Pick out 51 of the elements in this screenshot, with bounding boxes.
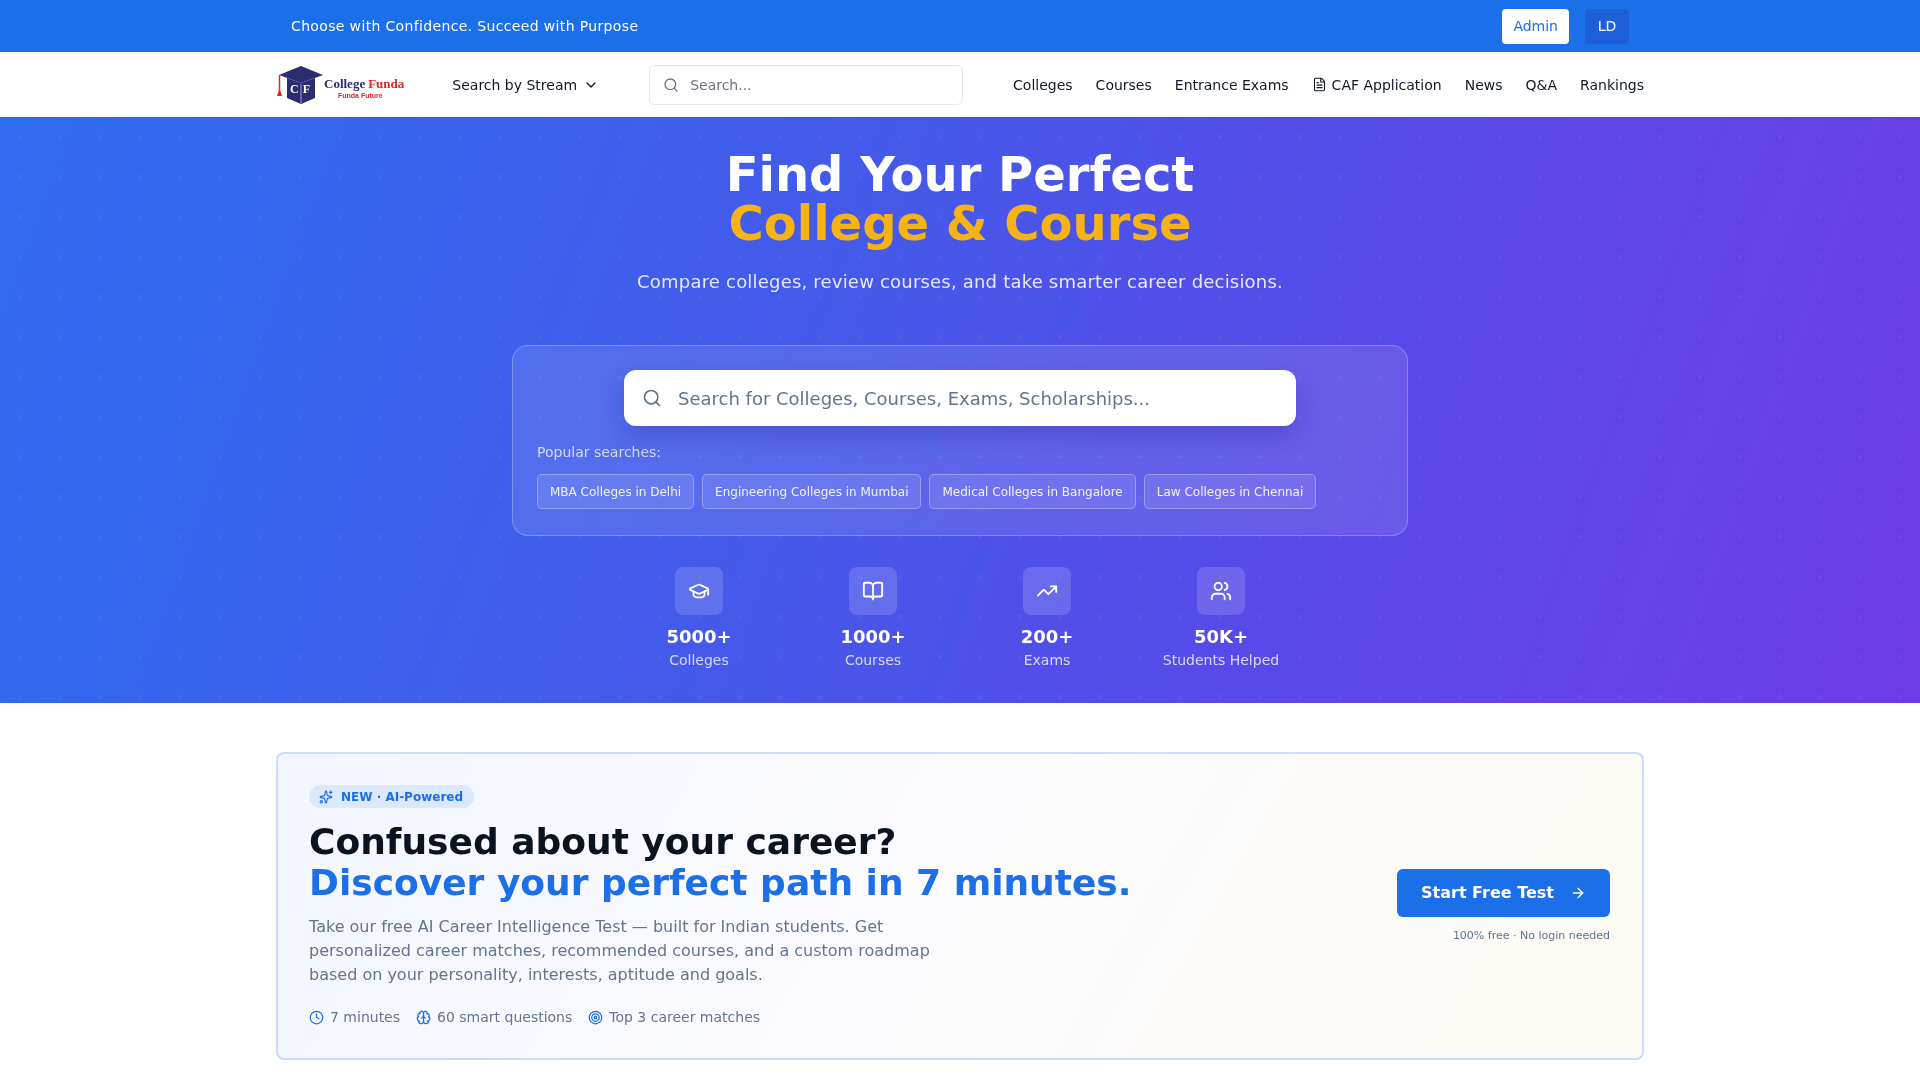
clock-icon — [309, 1009, 324, 1025]
search-icon — [642, 388, 662, 408]
stat-label: Exams — [1023, 651, 1071, 670]
stat-label: Colleges — [669, 651, 729, 670]
stat-value: 200+ — [1020, 625, 1074, 649]
graduation-cap-cube-icon[interactable] — [276, 64, 324, 105]
feature-text: Top 3 career matches — [609, 1008, 761, 1027]
career-description: Take our free AI Career Intelligence Test — built for Indian students. Get personalized career matches, recommended courses, and a custom roadmap based on your personality, interests, aptitude and goals. — [309, 916, 931, 986]
cta-note: 100% free · No login needed — [1452, 928, 1610, 943]
nav-link[interactable]: CAF Application — [1311, 76, 1442, 93]
target-icon — [588, 1009, 604, 1025]
popular-search-chip[interactable]: Engineering Colleges in Mumbai — [702, 474, 922, 509]
logo-wordmark[interactable]: College Funda — [324, 77, 405, 91]
graduation-cap-icon — [675, 567, 723, 615]
brain-icon — [416, 1009, 432, 1025]
feature-text: 7 minutes — [330, 1008, 401, 1027]
hero-search-input[interactable]: Search for Colleges, Courses, Exams, Scholarships... — [624, 370, 1296, 426]
users-icon — [1197, 567, 1245, 615]
trending-up-icon — [1023, 567, 1071, 615]
popular-searches-label: Popular searches: — [537, 443, 662, 462]
hero-title: Find Your Perfect — [725, 150, 1195, 199]
stat-value: 50K+ — [1193, 625, 1249, 649]
nav-link[interactable]: Q&A — [1525, 76, 1558, 93]
stat-label: Courses — [844, 651, 902, 670]
open-book-icon — [849, 567, 897, 615]
hero-title-accent: College & Course — [728, 199, 1192, 248]
stat-label: Students Helped — [1162, 651, 1280, 670]
search-icon — [663, 76, 680, 93]
sparkles-icon — [319, 789, 333, 804]
feature-text: 60 smart questions — [437, 1008, 573, 1027]
hero-subtitle: Compare colleges, review courses, and take smarter career decisions. — [637, 270, 1283, 294]
badge-text: NEW · AI-Powered — [341, 789, 464, 804]
popular-search-chip[interactable]: Medical Colleges in Bangalore — [929, 474, 1136, 509]
user-avatar-button[interactable]: LD — [1585, 8, 1629, 44]
nav-link[interactable]: Courses — [1095, 76, 1152, 93]
stat-value: 1000+ — [840, 625, 906, 649]
popular-search-chip[interactable]: Law Colleges in Chennai — [1143, 474, 1317, 509]
stat-value: 5000+ — [666, 625, 732, 649]
nav-link[interactable]: News — [1464, 76, 1503, 93]
nav-link[interactable]: Colleges — [1013, 76, 1073, 93]
nav-link[interactable]: Rankings — [1580, 76, 1644, 93]
career-headline: Confused about your career? — [309, 822, 897, 862]
nav-link[interactable]: Entrance Exams — [1174, 76, 1289, 93]
career-headline-accent: Discover your perfect path in 7 minutes. — [309, 862, 1132, 903]
start-test-button[interactable]: Start Free Test — [1397, 868, 1610, 917]
search-input[interactable]: Search... — [649, 64, 964, 105]
logo-monogram: CF — [290, 82, 314, 96]
document-icon — [1311, 77, 1327, 92]
stream-menu-button[interactable]: Search by Stream — [452, 76, 600, 93]
top-bar-tagline: Choose with Confidence. Succeed with Purpose — [291, 18, 639, 34]
admin-button[interactable]: Admin — [1502, 8, 1569, 44]
